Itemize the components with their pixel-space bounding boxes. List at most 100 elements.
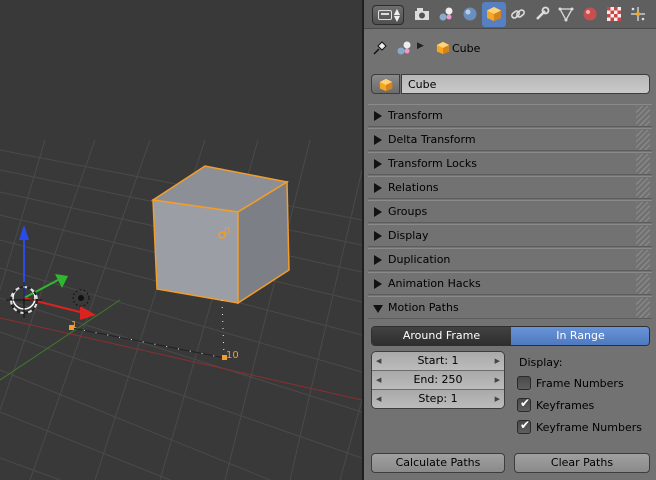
around-frame-button[interactable]: Around Frame	[372, 327, 511, 345]
step-field[interactable]: ◀ Step: 1 ▶	[372, 390, 504, 408]
checkmark-icon: ✔	[520, 396, 531, 410]
checkbox-label: Frame Numbers	[536, 377, 624, 390]
breadcrumb-object-name: Cube	[452, 42, 481, 55]
modifiers-icon	[536, 6, 550, 20]
pin-icon[interactable]	[372, 40, 388, 56]
checkbox-label: Keyframes	[536, 399, 595, 412]
drag-grip-icon[interactable]	[636, 106, 650, 126]
viewport-scene	[0, 139, 362, 480]
context-tabs-bar: ▲ ▼	[364, 0, 656, 29]
path-start-label: 1	[71, 320, 78, 331]
tab-render-layers[interactable]	[434, 2, 458, 27]
increment-arrow-icon[interactable]: ▶	[495, 352, 500, 370]
drag-grip-icon[interactable]	[636, 274, 650, 294]
keyframes-checkbox[interactable]: ✔	[517, 396, 531, 412]
editor-type-menu[interactable]: ▲ ▼	[372, 5, 404, 25]
checkbox-label: Keyframe Numbers	[536, 421, 642, 434]
panel-label: Motion Paths	[388, 301, 459, 314]
tab-material[interactable]	[578, 2, 602, 27]
panel-label: Display	[388, 229, 429, 242]
calculate-paths-button[interactable]: Calculate Paths	[371, 453, 505, 473]
panel-transform-locks[interactable]: Transform Locks	[368, 152, 652, 175]
tab-texture[interactable]	[602, 2, 626, 27]
object-name-row: Cube	[371, 74, 650, 94]
drag-grip-icon[interactable]	[636, 154, 650, 174]
panel-label: Transform	[388, 109, 443, 122]
decrement-arrow-icon[interactable]: ◀	[376, 352, 381, 370]
panel-duplication[interactable]: Duplication	[368, 248, 652, 271]
drag-grip-icon[interactable]	[636, 178, 650, 198]
drag-grip-icon[interactable]	[636, 202, 650, 222]
object-origin-label: 0	[224, 226, 231, 237]
panel-motion-paths[interactable]: Motion Paths	[368, 296, 652, 319]
tab-scene[interactable]	[458, 2, 482, 27]
object-icon	[436, 41, 450, 55]
path-end-label: 10	[226, 350, 239, 361]
collapse-triangle-icon	[374, 135, 382, 145]
checkmark-icon: ✔	[520, 418, 531, 432]
panel-label: Delta Transform	[388, 133, 476, 146]
tab-constraints[interactable]	[506, 2, 530, 27]
up-down-arrows-icon: ▲ ▼	[393, 7, 400, 23]
object-icon	[379, 78, 393, 92]
render-icon	[415, 8, 429, 20]
render-layers-icon	[439, 7, 453, 21]
breadcrumb-arrow-icon: ▶	[417, 41, 424, 51]
start-frame-value: Start: 1	[417, 354, 459, 367]
constraints-icon	[511, 9, 525, 19]
tab-object[interactable]	[482, 2, 506, 27]
scene-icon	[397, 41, 411, 55]
range-mode-toggle: Around Frame In Range	[371, 326, 650, 346]
collapse-triangle-icon	[374, 255, 382, 265]
panel-relations[interactable]: Relations	[368, 176, 652, 199]
tab-modifiers[interactable]	[530, 2, 554, 27]
data-icon	[558, 7, 574, 22]
panel-animation-hacks[interactable]: Animation Hacks	[368, 272, 652, 295]
properties-editor-icon	[378, 10, 392, 20]
object-icon	[487, 7, 501, 21]
3d-viewport[interactable]: 0 1 10	[0, 0, 362, 480]
breadcrumb: ▶ Cube	[364, 34, 656, 62]
properties-editor: ▲ ▼ ▶ Cube Cube Transform Delta Transfor…	[364, 0, 656, 480]
material-icon	[583, 7, 597, 21]
drag-grip-icon[interactable]	[636, 226, 650, 246]
panel-delta-transform[interactable]: Delta Transform	[368, 128, 652, 151]
panel-transform[interactable]: Transform	[368, 104, 652, 127]
panel-groups[interactable]: Groups	[368, 200, 652, 223]
increment-arrow-icon[interactable]: ▶	[495, 371, 500, 389]
start-frame-field[interactable]: ◀ Start: 1 ▶	[372, 352, 504, 371]
panel-label: Relations	[388, 181, 439, 194]
cube[interactable]	[150, 165, 290, 305]
collapse-triangle-icon	[374, 207, 382, 217]
panel-label: Animation Hacks	[388, 277, 481, 290]
collapse-triangle-icon	[374, 183, 382, 193]
tab-render[interactable]	[410, 2, 434, 27]
decrement-arrow-icon[interactable]: ◀	[376, 371, 381, 389]
tab-physics[interactable]	[626, 2, 650, 27]
3d-cursor[interactable]	[6, 282, 42, 318]
clear-paths-button[interactable]: Clear Paths	[514, 453, 650, 473]
object-type-button[interactable]	[371, 74, 400, 94]
collapse-triangle-icon	[374, 111, 382, 121]
expand-triangle-icon	[373, 305, 383, 313]
step-value: Step: 1	[418, 392, 458, 405]
in-range-button[interactable]: In Range	[511, 327, 649, 345]
panel-display[interactable]: Display	[368, 224, 652, 247]
object-name-field[interactable]: Cube	[401, 74, 650, 94]
frame-numbers-checkbox[interactable]	[517, 376, 531, 390]
keyframe-numbers-checkbox[interactable]: ✔	[517, 418, 531, 434]
physics-icon	[631, 7, 645, 21]
drag-grip-icon[interactable]	[636, 298, 650, 318]
drag-grip-icon[interactable]	[636, 250, 650, 270]
panel-label: Groups	[388, 205, 428, 218]
decrement-arrow-icon[interactable]: ◀	[376, 390, 381, 408]
tab-data[interactable]	[554, 2, 578, 27]
display-label: Display:	[519, 356, 563, 369]
frame-range-fields: ◀ Start: 1 ▶ ◀ End: 250 ▶ ◀ Step: 1 ▶	[371, 351, 505, 409]
end-frame-value: End: 250	[413, 373, 463, 386]
scene-icon	[463, 7, 477, 21]
increment-arrow-icon[interactable]: ▶	[495, 390, 500, 408]
collapse-triangle-icon	[374, 159, 382, 169]
end-frame-field[interactable]: ◀ End: 250 ▶	[372, 371, 504, 390]
drag-grip-icon[interactable]	[636, 130, 650, 150]
